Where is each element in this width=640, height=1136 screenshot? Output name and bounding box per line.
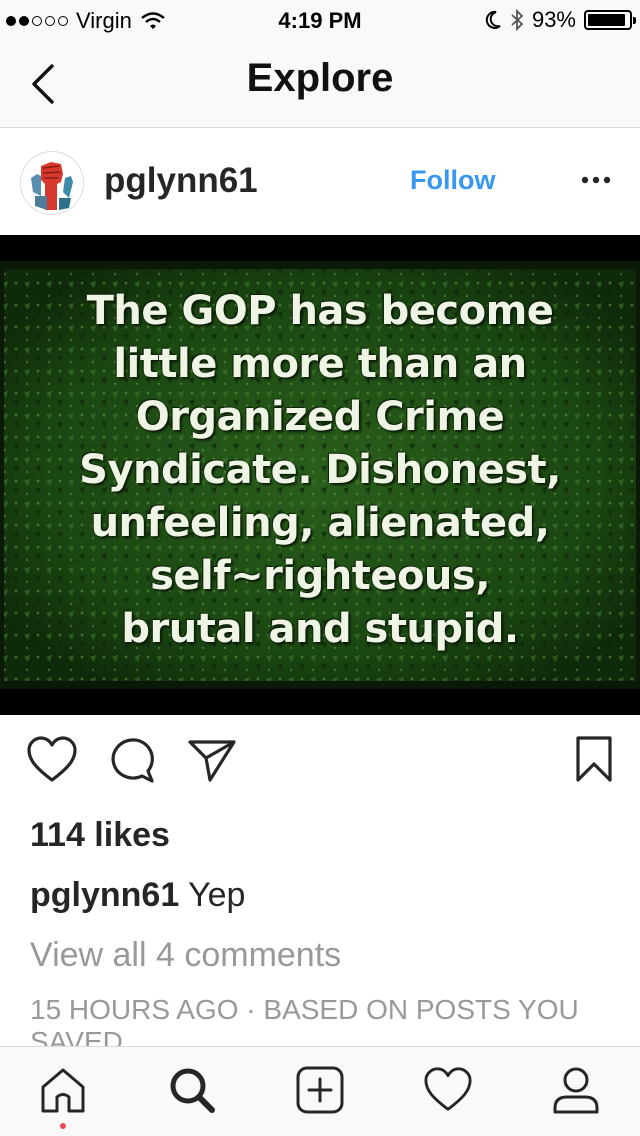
status-right: 93% bbox=[484, 7, 636, 33]
image-text-line: Organized Crime bbox=[135, 394, 505, 440]
battery-icon bbox=[584, 10, 636, 30]
tab-bar bbox=[0, 1046, 640, 1136]
bluetooth-icon bbox=[511, 9, 524, 31]
heart-icon bbox=[424, 1067, 472, 1111]
likes-count[interactable]: 114 likes bbox=[30, 816, 170, 855]
post-actions bbox=[0, 734, 640, 794]
heart-icon bbox=[27, 736, 77, 782]
avatar[interactable] bbox=[20, 151, 84, 215]
caption-username[interactable]: pglynn61 bbox=[30, 876, 179, 914]
tab-activity[interactable] bbox=[423, 1065, 473, 1115]
send-icon bbox=[188, 740, 236, 782]
notification-dot bbox=[60, 1123, 66, 1129]
view-comments-link[interactable]: View all 4 comments bbox=[30, 936, 341, 975]
status-bar: Virgin 4:19 PM 93% bbox=[0, 0, 640, 40]
more-options-button[interactable] bbox=[578, 165, 614, 195]
caption-text: Yep bbox=[188, 876, 246, 914]
raised-fist-logo bbox=[21, 152, 83, 214]
image-text-line: self~righteous, bbox=[150, 553, 490, 599]
bookmark-icon bbox=[576, 736, 612, 782]
tab-add-post[interactable] bbox=[295, 1065, 345, 1115]
image-text-line: brutal and stupid. bbox=[121, 606, 519, 652]
search-icon bbox=[170, 1068, 215, 1113]
post-username[interactable]: pglynn61 bbox=[104, 161, 258, 201]
image-text-line: little more than an bbox=[113, 341, 527, 387]
navigation-bar: Explore bbox=[0, 40, 640, 128]
comment-icon bbox=[111, 738, 154, 783]
image-text-line: The GOP has become bbox=[86, 288, 554, 334]
ellipsis-icon bbox=[581, 176, 611, 184]
post-caption: pglynn61 Yep bbox=[30, 876, 245, 915]
follow-button[interactable]: Follow bbox=[410, 165, 495, 196]
moon-icon bbox=[485, 10, 501, 29]
comment-button[interactable] bbox=[106, 734, 158, 790]
add-post-icon bbox=[296, 1066, 344, 1114]
image-quote-text: The GOP has become little more than an O… bbox=[0, 285, 640, 656]
image-text-line: Syndicate. Dishonest, bbox=[79, 447, 561, 493]
tab-profile[interactable] bbox=[551, 1065, 601, 1115]
tab-home[interactable] bbox=[38, 1065, 88, 1115]
battery-percent: 93% bbox=[531, 7, 576, 32]
page-title: Explore bbox=[246, 56, 394, 100]
post-timestamp: 15 HOURS AGO · BASED ON POSTS YOU SAVED bbox=[30, 994, 579, 1046]
like-button[interactable] bbox=[26, 734, 78, 790]
profile-icon bbox=[553, 1067, 599, 1114]
share-button[interactable] bbox=[186, 734, 238, 790]
post-image[interactable]: The GOP has become little more than an O… bbox=[0, 235, 640, 715]
tab-search[interactable] bbox=[167, 1065, 217, 1115]
image-text-line: unfeeling, alienated, bbox=[90, 500, 550, 546]
save-button[interactable] bbox=[570, 734, 622, 790]
post-header: pglynn61 Follow bbox=[0, 129, 640, 235]
home-icon bbox=[41, 1068, 85, 1113]
